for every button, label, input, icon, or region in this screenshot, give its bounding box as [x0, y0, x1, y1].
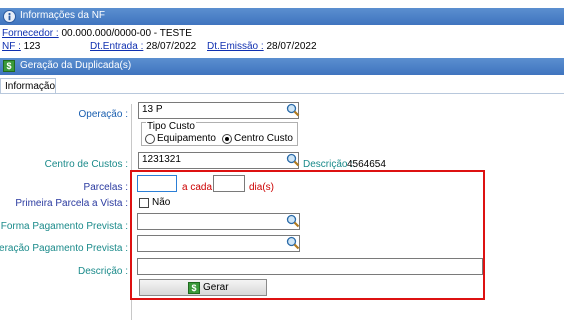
operacao-pagamento-search-icon[interactable] — [286, 236, 300, 250]
centro-custo-radio[interactable] — [222, 134, 232, 144]
dollar-icon: $ — [3, 60, 15, 72]
a-cada-label: a cada — [182, 182, 213, 193]
operacao-search-icon[interactable] — [286, 103, 300, 117]
centro-custos-search-icon[interactable] — [286, 153, 300, 167]
descricao-label: Descrição : — [77, 266, 128, 277]
operacao-pagamento-label: Operação Pagamento Prevista : — [0, 243, 128, 254]
operacao-pagamento-input[interactable] — [137, 235, 300, 252]
fornecedor-value: 00.000.000/0000-00 - TESTE — [61, 28, 192, 39]
tab-divider — [0, 93, 564, 94]
dias-label: dia(s) — [249, 182, 275, 193]
descricao-input[interactable] — [137, 258, 483, 275]
duplicata-header: $ Geração da Duplicada(s) — [0, 58, 564, 75]
primeira-parcela-label: Primeira Parcela a Vista : — [15, 198, 128, 209]
parcelas-input[interactable] — [137, 175, 177, 192]
tipo-custo-label: Tipo Custo — [146, 121, 196, 132]
centro-custos-label: Centro de Custos : — [44, 159, 128, 170]
dt-entrada-line: Dt.Entrada : 28/07/2022 — [90, 41, 196, 52]
dt-entrada-link[interactable]: Dt.Entrada : — [90, 41, 143, 52]
operacao-input[interactable]: 13 P — [138, 102, 299, 119]
tab-informacao[interactable]: Informação — [0, 78, 56, 94]
descricao-cc-label: Descrição : — [303, 159, 354, 170]
nf-info-header: Informações da NF — [0, 8, 564, 25]
primeira-parcela-checkbox[interactable] — [139, 198, 149, 208]
forma-pagamento-input[interactable] — [137, 213, 300, 230]
info-icon — [3, 10, 16, 23]
dt-emissao-line: Dt.Emissão : 28/07/2022 — [207, 41, 317, 52]
nf-value: 123 — [23, 41, 41, 52]
equipamento-label: Equipamento — [157, 133, 216, 144]
forma-pagamento-label: Forma Pagamento Prevista : — [0, 221, 128, 232]
equipamento-radio[interactable] — [145, 134, 155, 144]
nf-info-title: Informações da NF — [20, 10, 106, 21]
centro-custos-input[interactable]: 1231321 — [138, 152, 299, 169]
fornecedor-link[interactable]: Fornecedor : — [2, 28, 59, 39]
duplicata-title: Geração da Duplicada(s) — [20, 60, 132, 71]
dt-entrada-value: 28/07/2022 — [146, 41, 197, 52]
parcelas-label: Parcelas : — [83, 182, 128, 193]
descricao-cc-value: 4564654 — [347, 159, 386, 170]
nf-line: NF : 123 — [2, 41, 40, 52]
dollar-icon: $ — [188, 282, 200, 294]
dias-input[interactable] — [213, 175, 245, 192]
dt-emissao-value: 28/07/2022 — [266, 41, 317, 52]
gerar-button[interactable]: $ Gerar — [139, 279, 267, 296]
dt-emissao-link[interactable]: Dt.Emissão : — [207, 41, 264, 52]
fornecedor-line: Fornecedor : 00.000.000/0000-00 - TESTE — [2, 28, 192, 39]
primeira-parcela-check-label: Não — [152, 197, 171, 208]
nf-link[interactable]: NF : — [2, 41, 21, 52]
centro-custo-label: Centro Custo — [234, 133, 293, 144]
gerar-label: Gerar — [203, 282, 229, 293]
forma-pagamento-search-icon[interactable] — [286, 214, 300, 228]
operacao-label: Operação : — [78, 109, 128, 120]
